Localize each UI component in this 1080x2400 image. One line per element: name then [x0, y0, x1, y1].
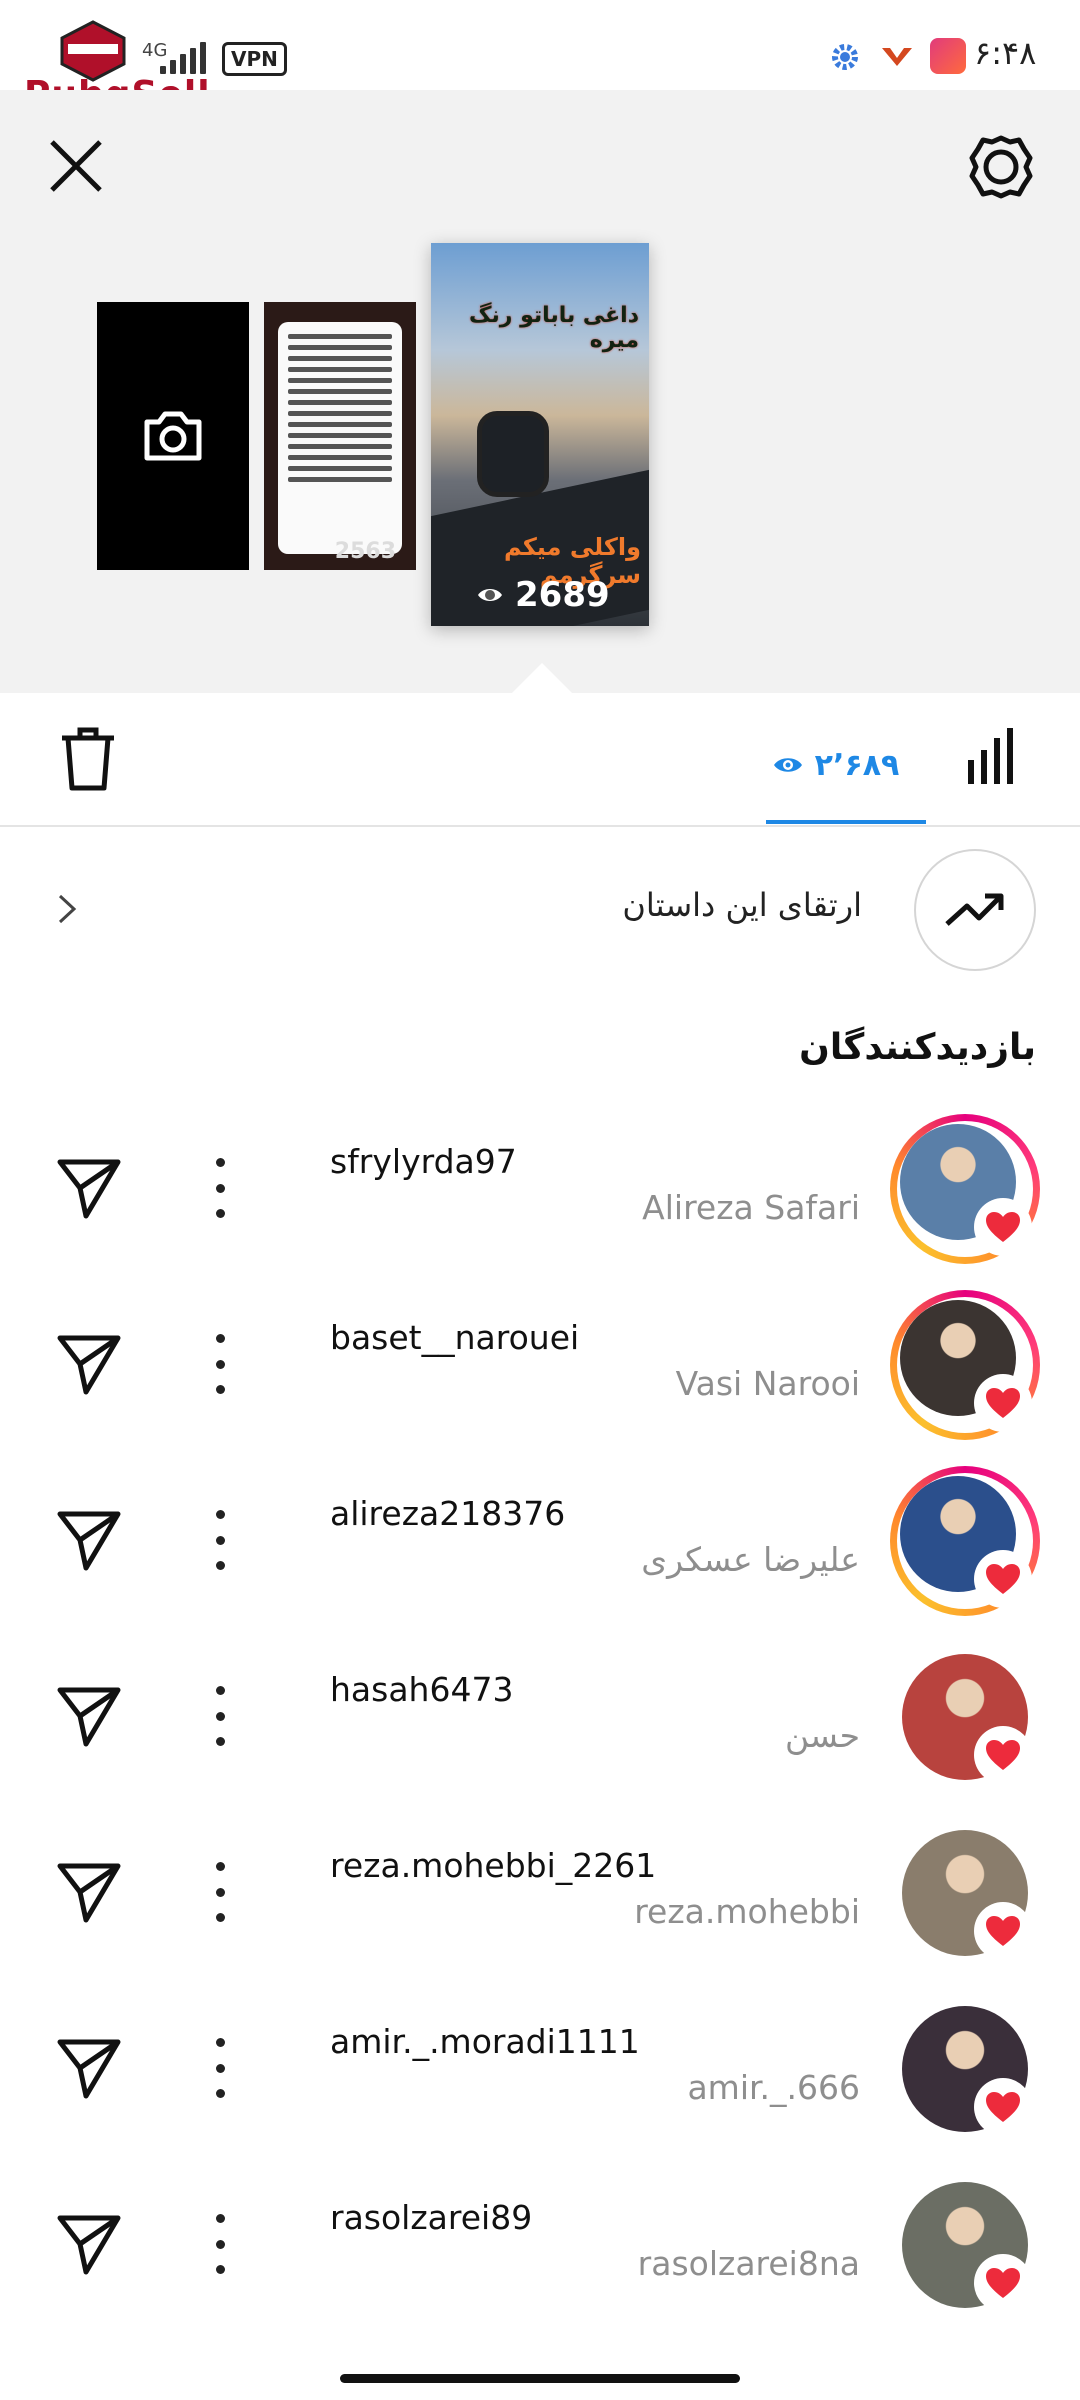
selection-pointer	[512, 663, 572, 693]
viewer-fullname: rasolzarei8na	[637, 2244, 860, 2283]
signal-icon	[160, 42, 206, 74]
viewer-username[interactable]: amir._.moradi1111	[330, 2022, 640, 2061]
text-story-card	[278, 322, 402, 554]
viewer-row[interactable]: rasolzarei89 rasolzarei8na	[0, 2150, 1080, 2326]
viewer-fullname: Alireza Safari	[642, 1188, 860, 1227]
viewer-fullname: علیرضا عسکری	[641, 1540, 860, 1579]
viewer-row[interactable]: alireza218376 علیرضا عسکری	[0, 1446, 1080, 1622]
home-indicator[interactable]	[340, 2374, 740, 2383]
bar-chart-icon[interactable]	[966, 728, 1016, 784]
viewer-fullname: amir._.666	[687, 2068, 860, 2107]
heart-icon	[974, 1198, 1032, 1256]
heart-icon	[974, 2078, 1032, 2136]
heart-icon	[974, 1550, 1032, 1608]
viewer-avatar[interactable]	[890, 1466, 1040, 1616]
send-icon[interactable]	[56, 1330, 122, 1396]
viewer-row[interactable]: reza.mohebbi_2261 reza.mohebbi	[0, 1798, 1080, 1974]
story-thumb-selected[interactable]: داغی باباتو رنگ میره واکلی میکم سرگرمم 2…	[431, 243, 649, 626]
close-icon[interactable]	[44, 134, 108, 198]
tab-viewers[interactable]: ۲٬۶۸۹	[768, 735, 904, 795]
promote-story-label: ارتقای این داستان	[622, 886, 862, 924]
send-icon[interactable]	[56, 1682, 122, 1748]
viewer-fullname: Vasi Narooi	[675, 1364, 860, 1403]
story-view-count: 2563	[334, 539, 396, 564]
viewer-avatar[interactable]	[890, 1994, 1040, 2144]
more-options-icon[interactable]	[202, 2038, 238, 2098]
send-icon[interactable]	[56, 2210, 122, 2276]
app-notification-icon	[882, 48, 912, 66]
trending-up-icon	[945, 893, 1004, 926]
clock: ۶:۴۸	[974, 34, 1037, 72]
viewer-username[interactable]: hasah6473	[330, 1670, 513, 1709]
viewer-row[interactable]: amir._.moradi1111 amir._.666	[0, 1974, 1080, 2150]
viewer-avatar[interactable]	[890, 1114, 1040, 1264]
story-caption-top: داغی باباتو رنگ میره	[469, 303, 639, 353]
viewer-row[interactable]: baset__narouei Vasi Narooi	[0, 1270, 1080, 1446]
viewer-avatar[interactable]	[890, 1642, 1040, 1792]
viewer-fullname: حسن	[785, 1716, 860, 1755]
tab-views-count: ۲٬۶۸۹	[814, 747, 900, 783]
trash-icon[interactable]	[58, 726, 118, 792]
heart-icon	[974, 1902, 1032, 1960]
settings-icon[interactable]	[966, 132, 1036, 202]
viewer-username[interactable]: sfrylyrda97	[330, 1142, 517, 1181]
chevron-left-icon[interactable]	[50, 892, 84, 926]
tab-bar	[0, 693, 1080, 827]
promote-button[interactable]	[914, 849, 1036, 971]
heart-icon	[974, 1374, 1032, 1432]
side-mirror	[477, 411, 549, 497]
viewer-row[interactable]: hasah6473 حسن	[0, 1622, 1080, 1798]
viewer-avatar[interactable]	[890, 2170, 1040, 2320]
eye-icon	[773, 758, 802, 772]
watermark-logo	[60, 20, 126, 82]
story-view-count-main: 2689	[515, 575, 610, 615]
more-options-icon[interactable]	[202, 2214, 238, 2274]
viewer-fullname: reza.mohebbi	[634, 1892, 860, 1931]
more-options-icon[interactable]	[202, 1158, 238, 1218]
send-icon[interactable]	[56, 1154, 122, 1220]
story-thumb-camera[interactable]	[97, 302, 249, 570]
more-options-icon[interactable]	[202, 1334, 238, 1394]
heart-icon	[974, 1726, 1032, 1784]
viewer-row[interactable]: sfrylyrda97 Alireza Safari	[0, 1094, 1080, 1270]
app-notification-icon-2	[930, 38, 966, 74]
vpn-badge: VPN	[222, 42, 287, 76]
viewer-avatar[interactable]	[890, 1290, 1040, 1440]
more-options-icon[interactable]	[202, 1862, 238, 1922]
viewer-username[interactable]: reza.mohebbi_2261	[330, 1846, 656, 1885]
eye-icon	[478, 589, 502, 601]
status-bar: PubgSell 4G VPN ۶:۴۸	[0, 0, 1080, 115]
send-icon[interactable]	[56, 1858, 122, 1924]
more-options-icon[interactable]	[202, 1510, 238, 1570]
tab-active-indicator	[766, 820, 926, 824]
heart-icon	[974, 2254, 1032, 2312]
viewer-username[interactable]: baset__narouei	[330, 1318, 579, 1357]
camera-icon	[144, 411, 202, 461]
viewers-heading: بازدیدکنندگان	[799, 1027, 1036, 1068]
send-icon[interactable]	[56, 1506, 122, 1572]
story-views: 2689	[477, 575, 610, 615]
send-icon[interactable]	[56, 2034, 122, 2100]
story-thumb-text[interactable]: 2563	[264, 302, 416, 570]
viewer-username[interactable]: alireza218376	[330, 1494, 565, 1533]
gear-icon	[832, 44, 858, 70]
viewer-avatar[interactable]	[890, 1818, 1040, 1968]
more-options-icon[interactable]	[202, 1686, 238, 1746]
viewer-username[interactable]: rasolzarei89	[330, 2198, 532, 2237]
